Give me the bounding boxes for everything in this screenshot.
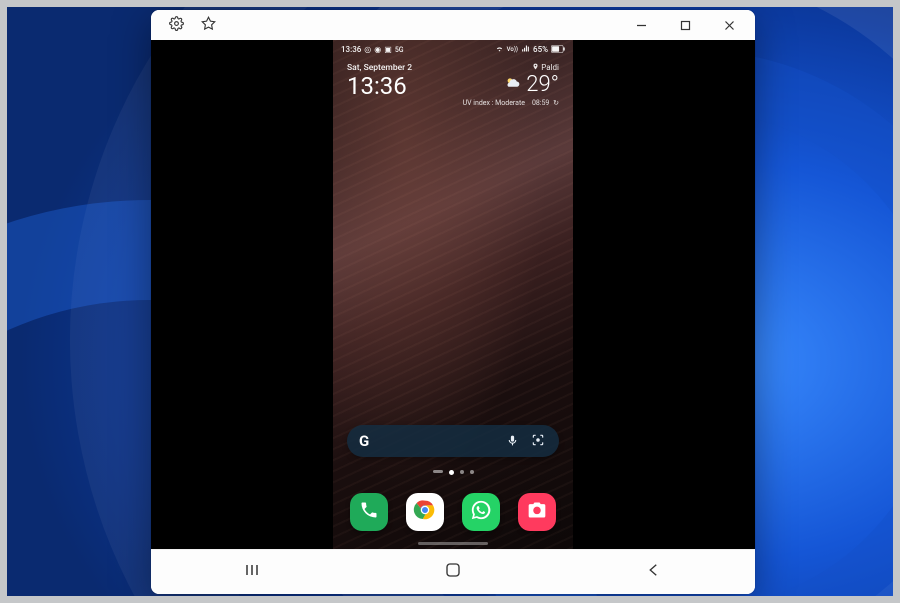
refresh-icon: ↻ (553, 99, 559, 107)
home-icon (444, 561, 462, 583)
phone-icon (359, 500, 379, 524)
recents-icon (242, 560, 262, 584)
widget-location: Paldi (541, 63, 559, 72)
uv-time: 08:59 (532, 99, 549, 107)
app-chrome[interactable] (406, 493, 444, 531)
widget-temperature: 29° (526, 72, 559, 97)
uv-index-label: UV index : Moderate (463, 99, 525, 107)
star-icon (201, 16, 216, 35)
battery-text: 65% (533, 45, 548, 54)
phone-dock (333, 493, 573, 531)
google-search-bar[interactable]: G (347, 425, 559, 457)
voice-search-button[interactable] (503, 432, 521, 450)
page-indicator-dot (460, 470, 464, 474)
microphone-icon (506, 432, 519, 451)
favorite-button[interactable] (193, 12, 223, 38)
phone-mirror-viewport: 13:36 ◎ ◉ ▣ 5G Vo)) 65% (151, 40, 755, 549)
back-icon (645, 561, 663, 583)
window-titlebar[interactable] (151, 10, 755, 40)
minimize-icon (636, 16, 647, 35)
google-logo: G (359, 432, 369, 450)
clock-weather-widget[interactable]: Sat, September 2 13:36 Paldi (333, 57, 573, 107)
instagram-icon: ◎ (364, 45, 371, 54)
page-indicator-panel (433, 470, 443, 473)
close-button[interactable] (707, 10, 751, 40)
page-indicator-dot (449, 470, 454, 475)
gear-icon (169, 16, 184, 35)
status-time: 13:36 (341, 45, 361, 54)
phone-status-bar[interactable]: 13:36 ◎ ◉ ▣ 5G Vo)) 65% (333, 40, 573, 57)
app-phone[interactable] (350, 493, 388, 531)
camera-small-icon: ◉ (374, 45, 381, 54)
mirroring-app-window: 13:36 ◎ ◉ ▣ 5G Vo)) 65% (151, 10, 755, 594)
volte-icon: Vo)) (507, 46, 518, 53)
maximize-icon (680, 16, 691, 35)
desktop-wallpaper: 13:36 ◎ ◉ ▣ 5G Vo)) 65% (0, 0, 900, 603)
mirror-nav-bar (151, 549, 755, 594)
page-indicator-dot (470, 470, 474, 474)
location-pin-icon (532, 63, 539, 72)
close-icon (724, 16, 735, 35)
signal-icon (521, 44, 530, 55)
battery-icon (551, 45, 565, 55)
lens-icon (531, 432, 545, 451)
signal-5g-icon: 5G (395, 46, 404, 54)
settings-button[interactable] (161, 12, 191, 38)
image-icon: ▣ (384, 45, 392, 54)
minimize-button[interactable] (619, 10, 663, 40)
wifi-icon (495, 44, 504, 55)
nav-home-button[interactable] (352, 550, 553, 594)
whatsapp-icon (470, 499, 492, 525)
weather-icon (504, 74, 522, 96)
widget-date: Sat, September 2 (347, 63, 412, 73)
page-indicator[interactable] (333, 470, 573, 475)
nav-recents-button[interactable] (151, 550, 352, 594)
lens-search-button[interactable] (529, 432, 547, 450)
app-camera[interactable] (518, 493, 556, 531)
widget-time: 13:36 (347, 73, 412, 99)
chrome-icon (411, 496, 439, 528)
maximize-button[interactable] (663, 10, 707, 40)
camera-icon (527, 500, 547, 524)
nav-back-button[interactable] (554, 550, 755, 594)
gesture-handle[interactable] (418, 542, 488, 545)
app-whatsapp[interactable] (462, 493, 500, 531)
phone-home-screen[interactable]: 13:36 ◎ ◉ ▣ 5G Vo)) 65% (333, 40, 573, 549)
